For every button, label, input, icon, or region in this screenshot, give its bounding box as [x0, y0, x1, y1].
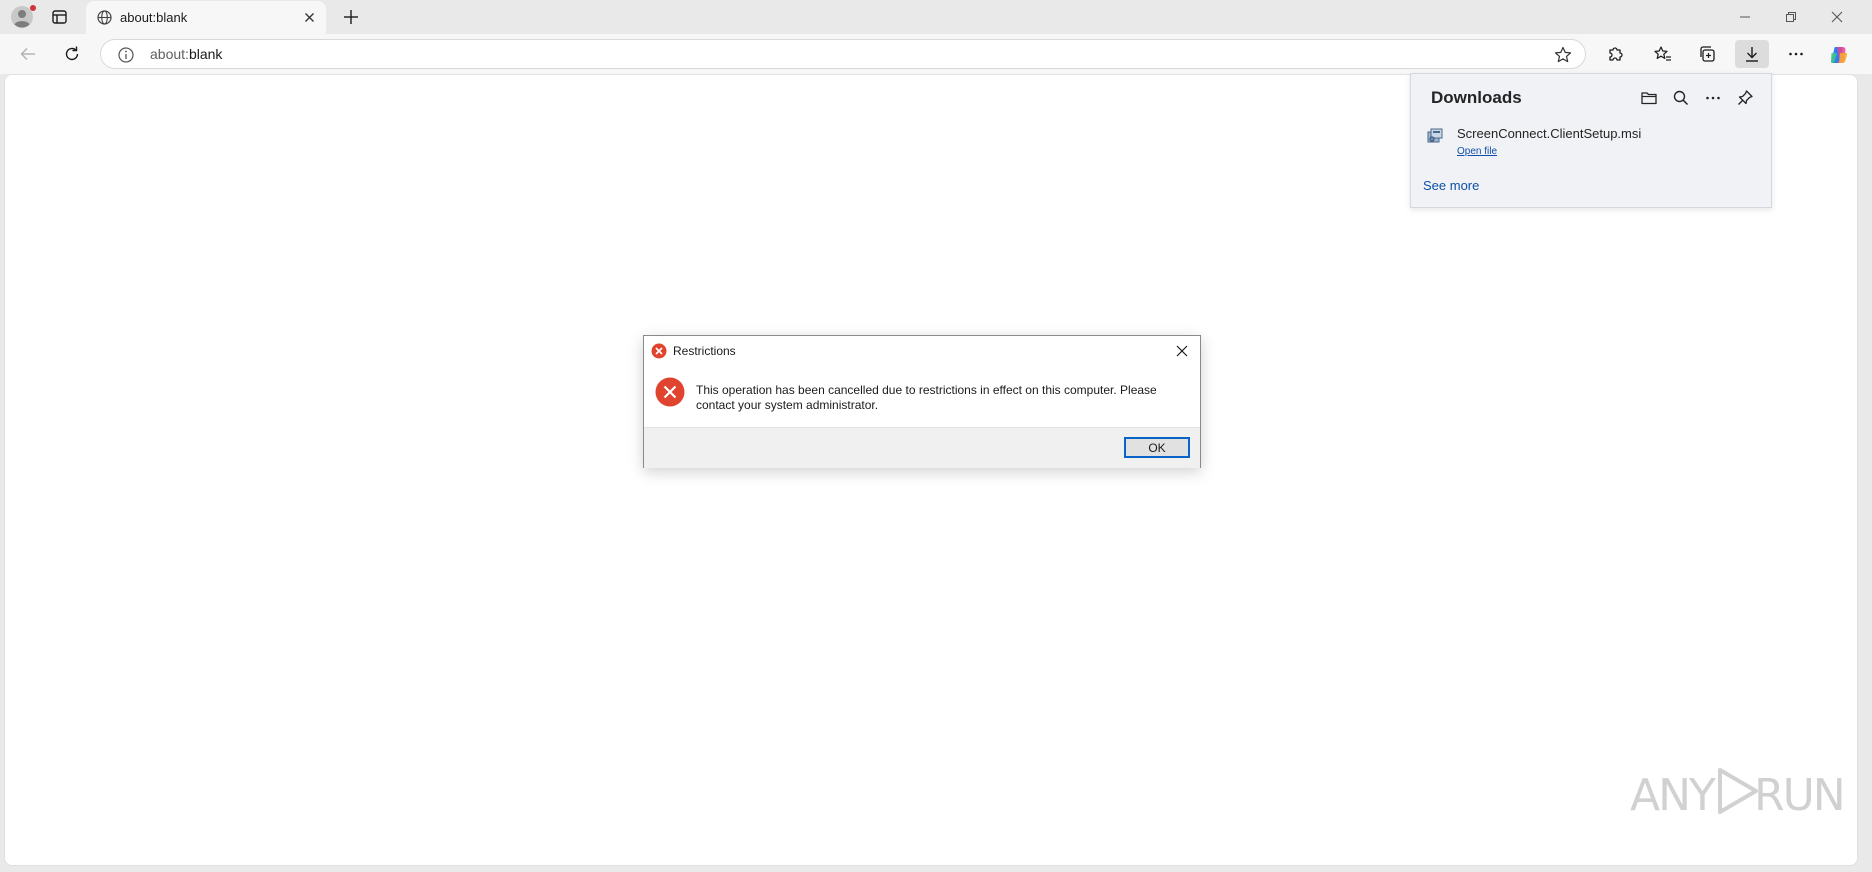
- profile-button[interactable]: [10, 5, 36, 29]
- globe-icon: [97, 10, 112, 25]
- copilot-icon: [1830, 47, 1848, 63]
- open-downloads-folder-button[interactable]: [1637, 86, 1661, 110]
- copilot-button[interactable]: [1822, 40, 1856, 68]
- dialog-message: This operation has been cancelled due to…: [696, 383, 1157, 412]
- dialog-titlebar[interactable]: Restrictions: [644, 336, 1200, 366]
- download-filename: ScreenConnect.ClientSetup.msi: [1457, 126, 1642, 141]
- watermark-text-left: ANY: [1630, 770, 1716, 821]
- folder-icon: [1641, 92, 1657, 105]
- minimize-button[interactable]: [1722, 0, 1768, 34]
- tab-strip: about:blank: [0, 0, 1872, 34]
- tab-about-blank[interactable]: about:blank: [86, 1, 326, 34]
- downloads-button[interactable]: [1735, 40, 1769, 68]
- restore-icon: [1786, 12, 1796, 22]
- favorites-list-icon: [1654, 46, 1671, 61]
- error-large-icon: [655, 377, 685, 407]
- tab-close-icon[interactable]: [301, 9, 318, 26]
- browser-toolbar: about:blank: [0, 34, 1872, 74]
- ok-button[interactable]: OK: [1124, 437, 1190, 458]
- close-window-button[interactable]: [1814, 0, 1860, 34]
- tab-actions-icon: [52, 10, 67, 24]
- collections-icon: [1700, 46, 1715, 62]
- back-arrow-icon: [20, 48, 35, 60]
- dialog-title: Restrictions: [673, 344, 736, 358]
- msi-installer-file-icon: [1427, 128, 1443, 143]
- downloads-heading: Downloads: [1431, 88, 1522, 107]
- pin-downloads-button[interactable]: [1733, 86, 1757, 110]
- info-icon[interactable]: [117, 46, 135, 64]
- refresh-button[interactable]: [55, 40, 89, 68]
- download-item[interactable]: ScreenConnect.ClientSetup.msi Open file: [1425, 124, 1755, 164]
- address-bar[interactable]: about:blank: [100, 39, 1586, 69]
- error-icon: [651, 343, 667, 359]
- close-icon: [1831, 11, 1843, 23]
- search-downloads-button[interactable]: [1669, 86, 1693, 110]
- extensions-button[interactable]: [1598, 40, 1632, 68]
- pin-icon: [1738, 90, 1753, 105]
- download-icon: [1746, 47, 1758, 62]
- back-button[interactable]: [11, 40, 45, 68]
- address-url[interactable]: about:blank: [150, 46, 222, 62]
- dialog-close-button[interactable]: [1168, 338, 1196, 364]
- new-tab-button[interactable]: [340, 6, 362, 28]
- see-more-link[interactable]: See more: [1423, 178, 1479, 193]
- more-horizontal-icon: [1789, 52, 1803, 56]
- puzzle-icon: [1609, 47, 1623, 61]
- collections-button[interactable]: [1690, 40, 1724, 68]
- settings-and-more-button[interactable]: [1779, 40, 1813, 68]
- favorites-button[interactable]: [1646, 40, 1680, 68]
- more-horizontal-icon: [1706, 96, 1720, 100]
- anyrun-watermark: ANY RUN: [1630, 760, 1846, 821]
- plus-icon: [344, 10, 358, 24]
- search-icon: [1673, 90, 1689, 106]
- open-file-link[interactable]: Open file: [1457, 146, 1497, 157]
- watermark-text-right: RUN: [1754, 770, 1846, 821]
- profile-notification-dot: [30, 5, 36, 11]
- restore-button[interactable]: [1768, 0, 1814, 34]
- close-icon: [1176, 345, 1188, 357]
- tab-title: about:blank: [120, 10, 188, 25]
- refresh-icon: [65, 46, 79, 61]
- url-scheme: about:: [150, 46, 189, 62]
- downloads-panel: Downloads ScreenConnect.ClientSetup.msi …: [1410, 73, 1772, 208]
- restrictions-dialog: Restrictions This operation has been can…: [643, 335, 1201, 468]
- url-path: blank: [188, 46, 223, 62]
- favorite-star-icon[interactable]: [1553, 45, 1573, 65]
- minimize-icon: [1740, 16, 1750, 18]
- dialog-footer: OK: [644, 427, 1200, 468]
- tab-actions-button[interactable]: [47, 6, 71, 28]
- downloads-more-options-button[interactable]: [1701, 86, 1725, 110]
